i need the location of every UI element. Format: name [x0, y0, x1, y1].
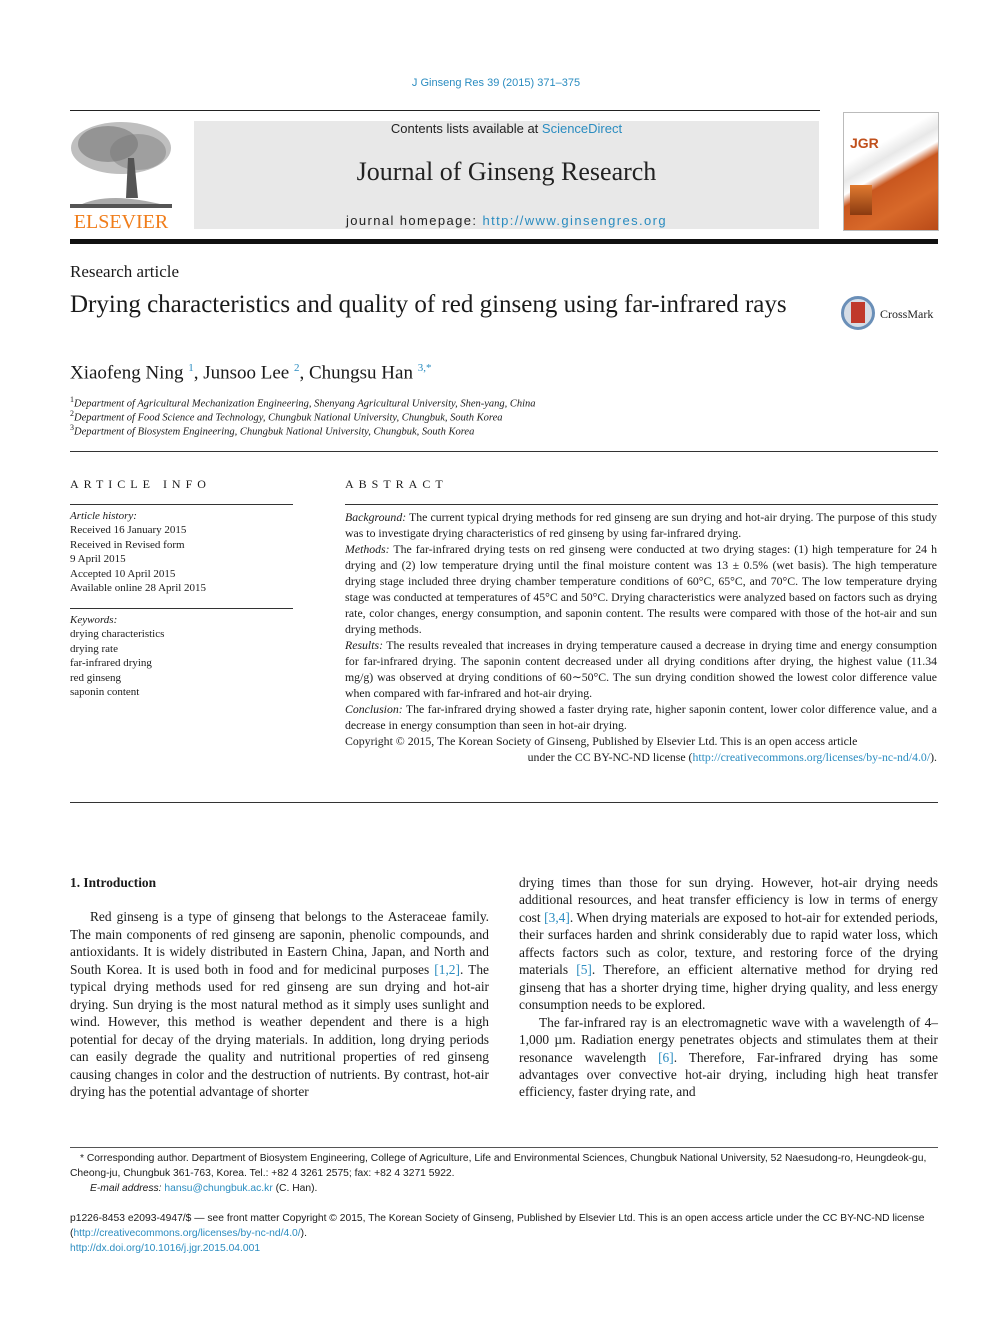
author-name[interactable]: Xiaofeng Ning: [70, 362, 183, 383]
author-affil-ref[interactable]: 2: [294, 362, 300, 374]
elsevier-wordmark: ELSEVIER: [73, 211, 169, 233]
corresponding-author-note: * Corresponding author. Department of Bi…: [70, 1151, 938, 1196]
history-item: Received in Revised form: [70, 538, 185, 551]
footnote-rule: [70, 1147, 938, 1148]
divider: [345, 504, 938, 505]
crossmark-button[interactable]: CrossMark: [841, 296, 941, 336]
divider: [70, 451, 938, 452]
contents-line: Contents lists available at ScienceDirec…: [194, 121, 819, 136]
keyword: saponin content: [70, 686, 140, 699]
keyword: red ginseng: [70, 671, 122, 684]
homepage-label: journal homepage:: [345, 213, 483, 228]
divider: [70, 802, 938, 803]
section-heading: 1. Introduction: [70, 875, 157, 890]
affiliation: 2Department of Food Science and Technolo…: [70, 409, 503, 424]
article-info-heading: ARTICLE INFO: [70, 477, 211, 491]
journal-cover-thumbnail[interactable]: JGR: [843, 112, 939, 231]
abstract-copyright: Copyright © 2015, The Korean Society of …: [345, 734, 858, 748]
front-matter-note: p1226-8453 e2093-4947/$ — see front matt…: [70, 1211, 938, 1256]
abstract-section-text: The current typical drying methods for r…: [345, 510, 937, 540]
author-name[interactable]: Junsoo Lee: [203, 362, 289, 383]
divider: [70, 608, 293, 609]
affiliation-text: Department of Biosystem Engineering, Chu…: [74, 426, 475, 438]
abstract-section-label: Methods:: [345, 542, 390, 556]
abstract-conclusion: Conclusion: The far-infrared drying show…: [345, 701, 937, 733]
author-name[interactable]: Chungsu Han: [309, 362, 413, 383]
keywords: Keywords: drying characteristics drying …: [70, 613, 164, 699]
license-prefix: under the CC BY-NC-ND license (: [527, 750, 693, 764]
issn-line: p1226-8453 e2093-4947/$ — see front matt…: [70, 1211, 938, 1241]
homepage-link[interactable]: http://www.ginsengres.org: [482, 213, 667, 228]
affiliation: 1Department of Agricultural Mechanizatio…: [70, 395, 536, 410]
keyword: far-infrared drying: [70, 657, 152, 670]
journal-homepage: journal homepage: http://www.ginsengres.…: [194, 213, 819, 228]
intro-paragraph-1: Red ginseng is a type of ginseng that be…: [70, 908, 489, 1100]
article-history: Article history: Received 16 January 201…: [70, 509, 206, 595]
abstract-license: under the CC BY-NC-ND license (http://cr…: [345, 749, 937, 765]
abstract-heading: ABSTRACT: [345, 477, 448, 491]
abstract-section-label: Background:: [345, 510, 407, 524]
reference-link[interactable]: [3,4]: [544, 910, 570, 925]
email-line: E-mail address: hansu@chungbuk.ac.kr (C.…: [70, 1181, 938, 1196]
email-suffix: (C. Han).: [272, 1183, 318, 1194]
abstract-body: Background: The current typical drying m…: [345, 509, 937, 765]
email-label: E-mail address:: [90, 1183, 165, 1194]
reference-link[interactable]: [6]: [658, 1050, 674, 1065]
license-suffix: ).: [300, 1228, 307, 1239]
history-item: Available online 28 April 2015: [70, 582, 207, 595]
author-affil-ref[interactable]: 3,*: [418, 362, 432, 374]
keyword: drying rate: [70, 642, 118, 655]
crossmark-label: CrossMark: [880, 307, 934, 321]
history-item: Accepted 10 April 2015: [70, 567, 176, 580]
abstract-section-text: The results revealed that increases in d…: [345, 638, 937, 700]
abstract-background: Background: The current typical drying m…: [345, 509, 937, 541]
abstract-section-label: Results:: [345, 638, 384, 652]
header-rule: [70, 110, 820, 111]
article-type: Research article: [70, 262, 180, 281]
paragraph-text: Red ginseng is a type of ginseng that be…: [70, 909, 489, 977]
body-column-left: 1. Introduction Red ginseng is a type of…: [70, 874, 489, 1100]
affiliation-text: Department of Food Science and Technolog…: [74, 412, 503, 424]
affiliation-text: Department of Agricultural Mechanization…: [74, 398, 536, 410]
history-item: 9 April 2015: [70, 553, 126, 566]
abstract-section-text: The far-infrared drying showed a faster …: [345, 702, 937, 732]
article-title: Drying characteristics and quality of re…: [70, 291, 787, 318]
abstract-results: Results: The results revealed that incre…: [345, 637, 937, 701]
abstract-section-label: Conclusion:: [345, 702, 403, 716]
journal-citation[interactable]: J Ginseng Res 39 (2015) 371–375: [0, 77, 992, 89]
history-label: Article history:: [70, 510, 137, 522]
author-list: Xiaofeng Ning 1, Junsoo Lee 2, Chungsu H…: [70, 362, 432, 384]
reference-link[interactable]: [1,2]: [434, 962, 460, 977]
elsevier-logo[interactable]: ELSEVIER: [68, 118, 174, 234]
history-item: Received 16 January 2015: [70, 524, 187, 537]
contents-prefix: Contents lists available at: [390, 121, 542, 136]
doi-link[interactable]: http://dx.doi.org/10.1016/j.jgr.2015.04.…: [70, 1241, 938, 1256]
paragraph-text: . The typical drying methods used for re…: [70, 961, 489, 1099]
keyword: drying characteristics: [70, 628, 165, 641]
sciencedirect-link[interactable]: ScienceDirect: [542, 121, 622, 136]
cover-image: [850, 185, 872, 215]
affiliation: 3Department of Biosystem Engineering, Ch…: [70, 423, 474, 438]
cover-title: JGR: [850, 135, 879, 151]
journal-title: Journal of Ginseng Research: [356, 157, 657, 186]
license-link[interactable]: http://creativecommons.org/licenses/by-n…: [73, 1228, 300, 1239]
author-affil-ref[interactable]: 1: [188, 362, 194, 374]
body-column-right: drying times than those for sun drying. …: [519, 874, 938, 1101]
keywords-label: Keywords:: [70, 614, 118, 626]
license-link[interactable]: http://creativecommons.org/licenses/by-n…: [692, 750, 930, 764]
divider: [70, 504, 293, 505]
crossmark-ribbon-icon: [851, 302, 865, 323]
intro-paragraph-2: The far-infrared ray is an electromagnet…: [519, 1014, 938, 1101]
reference-link[interactable]: [5]: [576, 962, 592, 977]
abstract-section-text: The far-infrared drying tests on red gin…: [345, 542, 937, 636]
email-link[interactable]: hansu@chungbuk.ac.kr: [164, 1183, 272, 1194]
corresponding-text: * Corresponding author. Department of Bi…: [70, 1153, 927, 1179]
license-suffix: ).: [930, 750, 937, 764]
abstract-methods: Methods: The far-infrared drying tests o…: [345, 541, 937, 637]
intro-paragraph-1-cont: drying times than those for sun drying. …: [519, 874, 938, 1014]
journal-banner: Contents lists available at ScienceDirec…: [194, 121, 819, 229]
header-thick-rule: [70, 239, 938, 244]
elsevier-tree-icon: [68, 118, 174, 210]
